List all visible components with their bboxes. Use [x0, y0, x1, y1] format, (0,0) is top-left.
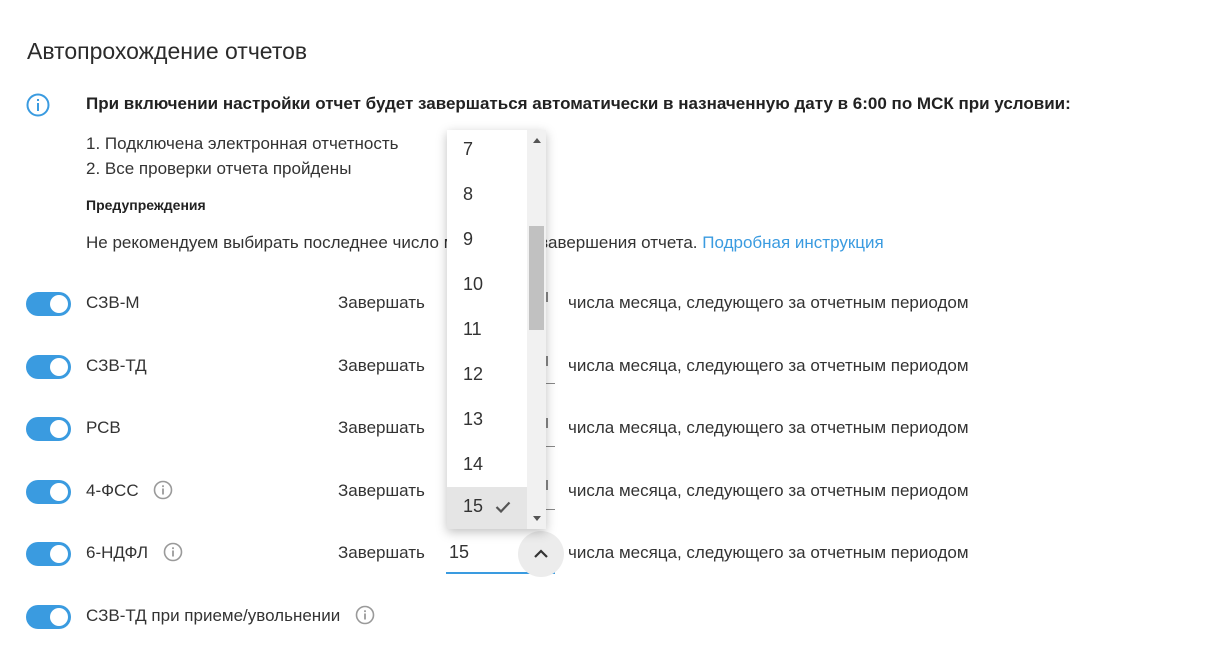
toggle-knob	[50, 358, 68, 376]
chevron-up-icon[interactable]	[518, 531, 564, 577]
report-label: СЗВ-ТД	[86, 356, 147, 375]
scroll-down-arrow-icon[interactable]	[533, 516, 541, 521]
toggle-6-ndfl[interactable]	[26, 542, 71, 566]
dropdown-option[interactable]: 10	[447, 265, 527, 310]
report-row-szv-td: СЗВ-ТД Завершать числа месяца, следующег…	[0, 352, 1222, 382]
day-suffix: числа месяца, следующего за отчетным пер…	[568, 356, 969, 375]
report-row-6-ndfl: 6-НДФЛ Завершать числа месяца, следующег…	[0, 539, 1222, 569]
toggle-szv-m[interactable]	[26, 292, 71, 316]
toggle-knob	[50, 483, 68, 501]
finish-label: Завершать	[338, 418, 425, 437]
info-heading: При включении настройки отчет будет заве…	[86, 94, 1071, 113]
info-icon[interactable]	[153, 480, 173, 500]
page-title: Автопрохождение отчетов	[27, 38, 308, 64]
toggle-knob	[50, 608, 68, 626]
report-label: СЗВ-ТД при приеме/увольнении	[86, 606, 341, 625]
dropdown-option[interactable]: 9	[447, 220, 527, 265]
option-label: 13	[463, 409, 484, 429]
option-label: 14	[463, 454, 484, 474]
warnings-title: Предупреждения	[86, 197, 206, 213]
select-edge	[546, 383, 555, 384]
report-label: СЗВ-М	[86, 293, 140, 312]
report-label-wrap: 6-НДФЛ	[86, 542, 183, 564]
toggle-szv-td-hire[interactable]	[26, 605, 71, 629]
option-label: 9	[463, 229, 474, 249]
day-dropdown-list[interactable]: 7 8 9 10 11 12 13 14 15	[447, 130, 546, 529]
finish-label: Завершать	[338, 293, 425, 312]
instruction-link[interactable]: Подробная инструкция	[702, 233, 883, 252]
warning-message: Не рекомендуем выбирать последнее число …	[86, 233, 698, 252]
toggle-knob	[50, 545, 68, 563]
report-label: РСВ	[86, 418, 121, 437]
scroll-up-arrow-icon[interactable]	[533, 138, 541, 143]
dropdown-option[interactable]: 13	[447, 400, 527, 445]
option-label: 10	[463, 274, 484, 294]
dropdown-option-selected[interactable]: 15	[447, 487, 527, 529]
finish-label: Завершать	[338, 481, 425, 500]
report-row-rsv: РСВ Завершать числа месяца, следующего з…	[0, 414, 1222, 444]
dropdown-option[interactable]: 7	[447, 130, 527, 175]
toggle-szv-td[interactable]	[26, 355, 71, 379]
select-edge	[546, 356, 548, 366]
info-icon[interactable]	[355, 605, 375, 625]
toggle-knob	[50, 420, 68, 438]
report-row-4-fss: 4-ФСС Завершать числа месяца, следующего…	[0, 477, 1222, 507]
report-label: 6-НДФЛ	[86, 543, 149, 562]
dropdown-option[interactable]: 14	[447, 445, 527, 490]
info-icon[interactable]	[163, 542, 183, 562]
select-edge	[546, 446, 555, 447]
option-label: 8	[463, 184, 474, 204]
toggle-4-fss[interactable]	[26, 480, 71, 504]
check-icon	[495, 501, 511, 513]
select-edge	[546, 509, 555, 510]
option-label: 7	[463, 139, 474, 159]
finish-label: Завершать	[338, 543, 425, 562]
toggle-rsv[interactable]	[26, 417, 71, 441]
day-suffix: числа месяца, следующего за отчетным пер…	[568, 418, 969, 437]
day-suffix: числа месяца, следующего за отчетным пер…	[568, 293, 969, 312]
condition-1: 1. Подключена электронная отчетность	[86, 134, 399, 153]
dropdown-option[interactable]: 12	[447, 355, 527, 400]
option-label: 12	[463, 364, 484, 384]
select-edge	[546, 418, 548, 428]
day-suffix: числа месяца, следующего за отчетным пер…	[568, 543, 969, 562]
toggle-knob	[50, 295, 68, 313]
condition-2: 2. Все проверки отчета пройдены	[86, 159, 352, 178]
dropdown-scrollbar[interactable]	[527, 130, 546, 529]
report-label-wrap: СЗВ-ТД при приеме/увольнении	[86, 605, 375, 627]
select-edge	[546, 292, 548, 302]
report-label-wrap: 4-ФСС	[86, 480, 173, 502]
info-icon	[26, 93, 50, 117]
option-label: 11	[463, 319, 482, 339]
report-row-szv-td-hire: СЗВ-ТД при приеме/увольнении	[0, 602, 1222, 632]
selected-day-value: 15	[449, 542, 470, 562]
select-edge	[546, 480, 548, 490]
report-label: 4-ФСС	[86, 481, 139, 500]
day-suffix: числа месяца, следующего за отчетным пер…	[568, 481, 969, 500]
scrollbar-thumb[interactable]	[529, 226, 544, 330]
option-label: 15	[463, 496, 484, 516]
dropdown-option[interactable]: 11	[447, 310, 527, 355]
report-row-szv-m: СЗВ-М Завершать числа месяца, следующего…	[0, 289, 1222, 319]
finish-label: Завершать	[338, 356, 425, 375]
dropdown-option[interactable]: 8	[447, 175, 527, 220]
